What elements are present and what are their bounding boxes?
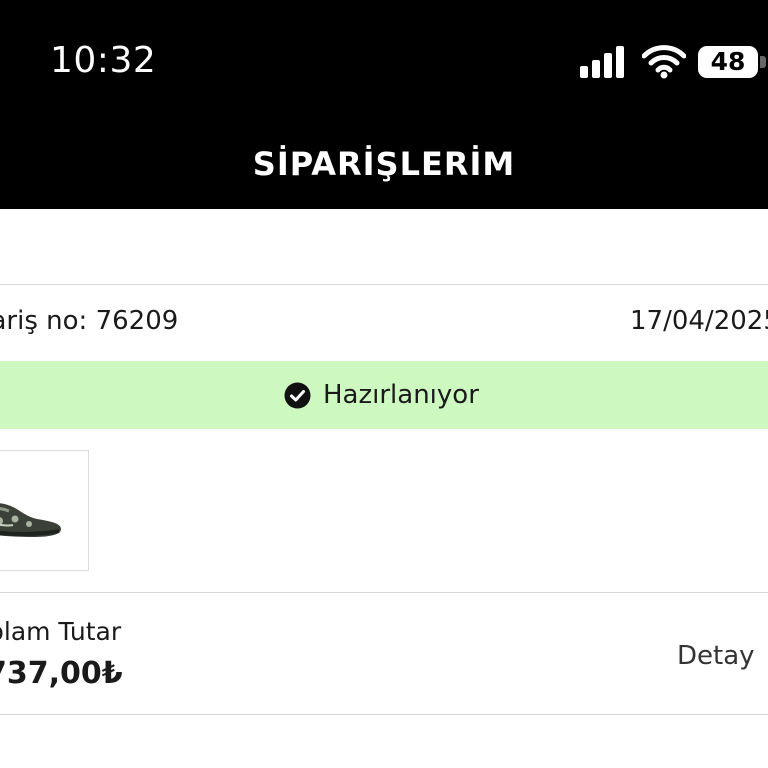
divider xyxy=(0,714,768,715)
battery-icon: 48 xyxy=(698,46,758,78)
divider xyxy=(0,284,768,285)
status-time: 10:32 xyxy=(50,40,157,81)
battery-tip xyxy=(760,56,766,68)
total-amount-value: 737,00₺ xyxy=(0,656,123,691)
order-detail-link[interactable]: Detay xyxy=(677,641,755,671)
order-status-label: Hazırlanıyor xyxy=(323,380,479,410)
shoe-image xyxy=(0,503,61,537)
order-date: 17/04/2025 xyxy=(630,306,768,336)
wifi-icon xyxy=(642,45,686,79)
total-amount-label: plam Tutar xyxy=(0,617,122,646)
page-title: SİPARİŞLERİM xyxy=(252,145,516,183)
status-icons: 48 xyxy=(578,44,768,80)
app-header: 10:32 48 SİPARİŞLERİM xyxy=(0,0,768,209)
order-number: pariş no: 76209 xyxy=(0,306,179,336)
product-thumbnail[interactable] xyxy=(0,450,89,571)
signal-icon xyxy=(580,46,624,78)
divider xyxy=(0,592,768,593)
check-circle-icon xyxy=(284,382,311,408)
order-status-banner: Hazırlanıyor xyxy=(0,361,768,429)
